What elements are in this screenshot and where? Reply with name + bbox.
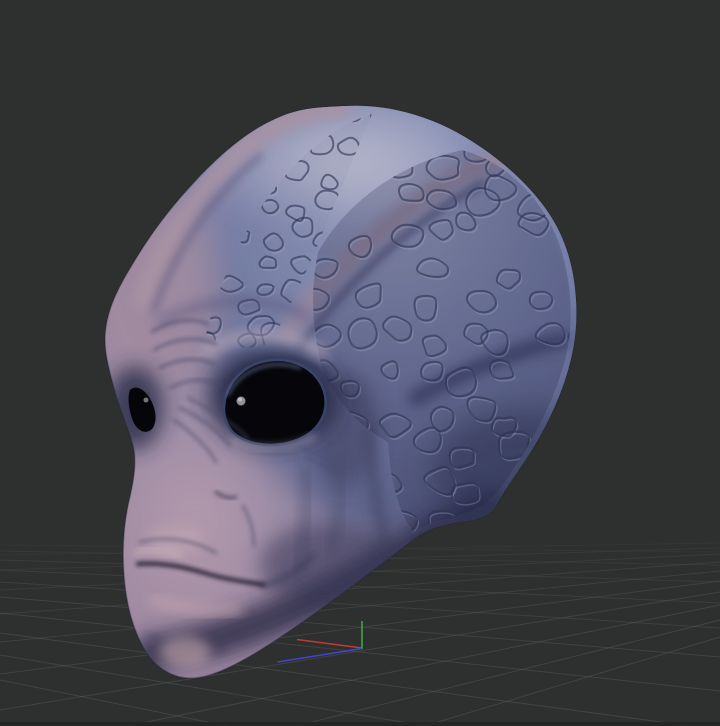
chin-highlight [159,636,211,668]
viewport-canvas [0,0,720,726]
left-eye-highlight [144,398,149,403]
right-eye-highlight-core [238,398,242,402]
viewport-bottom-edge [0,722,720,726]
3d-viewport[interactable] [0,0,720,726]
